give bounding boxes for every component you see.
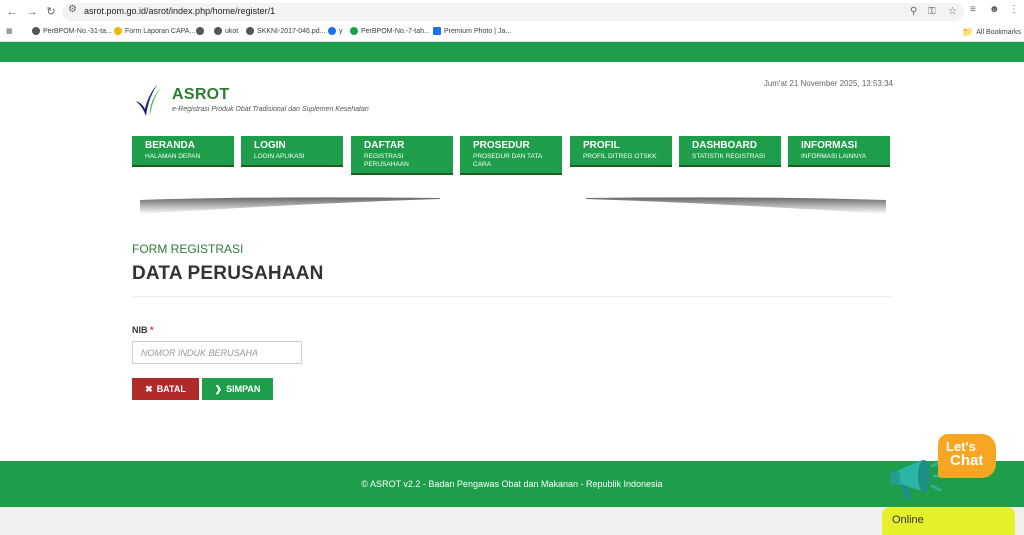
footer: © ASROT v2.2 - Badan Pengawas Obat dan M… [0, 461, 1024, 507]
bookmark-star-icon[interactable]: ☆ [948, 6, 957, 17]
menu-dashboard[interactable]: DASHBOARD STATISTIK REGISTRASI [679, 136, 781, 167]
globe-icon [246, 27, 254, 35]
bookmark-item[interactable]: Premium Photo | Ja... [433, 27, 511, 35]
bookmark-item[interactable]: y [328, 27, 343, 35]
zoom-icon[interactable]: ⚲ [910, 6, 917, 17]
form-label: FORM REGISTRASI [132, 242, 244, 256]
menu-daftar[interactable]: DAFTAR REGISTRASI PERUSAHAAN [351, 136, 453, 175]
password-key-icon[interactable]: ⚿ [928, 6, 936, 17]
globe-icon [196, 27, 204, 35]
bookmarks-bar: ▦ PerBPOM-No.-31-ta... Form Laporan CAPA… [0, 24, 1024, 42]
page-title: DATA PERUSAHAAN [132, 263, 324, 284]
required-marker: * [150, 325, 154, 335]
reload-icon[interactable]: ↻ [43, 4, 59, 20]
freepik-icon [433, 27, 441, 35]
reading-list-icon[interactable]: ≡ [970, 4, 976, 15]
bookmark-item[interactable]: ukot [214, 27, 238, 35]
close-icon: ✖ [145, 383, 153, 394]
menu-login[interactable]: LOGIN LOGIN APLIKASI [241, 136, 343, 167]
cancel-button[interactable]: ✖ BATAL [132, 378, 199, 400]
main-menu: BERANDA HALAMAN DEPAN LOGIN LOGIN APLIKA… [132, 136, 892, 178]
top-green-bar [0, 42, 1024, 62]
bookmark-item[interactable]: PerBPOM-No.-31-ta... [32, 27, 112, 35]
globe-icon [32, 27, 40, 35]
lets-chat-bubble[interactable]: Let's Chat [938, 434, 996, 478]
save-button[interactable]: ❯ SIMPAN [202, 378, 273, 400]
folder-icon: 📁 [962, 27, 974, 37]
current-datetime: Jum'at 21 November 2025, 13:53:34 [763, 79, 893, 88]
url-text[interactable]: asrot.pom.go.id/asrot/index.php/home/reg… [84, 6, 275, 16]
divider [132, 296, 892, 297]
browser-toolbar: ← → ↻ ⚙ asrot.pom.go.id/asrot/index.php/… [0, 0, 1024, 24]
nib-input[interactable] [132, 341, 302, 364]
more-menu-icon[interactable]: ⋮ [1009, 4, 1019, 15]
asrot-logo-icon [135, 84, 162, 116]
chevron-right-icon: ❯ [214, 383, 223, 394]
profile-icon[interactable]: ☻ [989, 4, 1000, 15]
drive-icon [114, 27, 122, 35]
decorative-shadow [140, 197, 886, 214]
address-bar[interactable]: ⚙ asrot.pom.go.id/asrot/index.php/home/r… [62, 3, 964, 21]
menu-beranda[interactable]: BERANDA HALAMAN DEPAN [132, 136, 234, 167]
browser-chrome: ← → ↻ ⚙ asrot.pom.go.id/asrot/index.php/… [0, 0, 1024, 42]
footer-text: © ASROT v2.2 - Badan Pengawas Obat dan M… [361, 479, 663, 489]
menu-informasi[interactable]: INFORMASI INFORMASI LAINNYA [788, 136, 890, 167]
site-title: ASROT [172, 86, 230, 103]
page-bottom [0, 507, 1024, 535]
all-bookmarks[interactable]: 📁 All Bookmarks [962, 27, 1021, 38]
bookmark-item[interactable]: SKKNI-2017-046.pd... [246, 27, 326, 35]
bookmark-item[interactable]: Form Laporan CAPA... [114, 27, 195, 35]
menu-profil[interactable]: PROFIL PROFIL DITREG OTSKK [570, 136, 672, 167]
back-icon[interactable]: ← [4, 4, 20, 20]
chat-online-status[interactable]: Online [882, 507, 1015, 535]
bookmark-item[interactable]: PerBPOM-No.-7-tah... [350, 27, 430, 35]
nib-label: NIB * [132, 325, 154, 335]
site-subtitle: e-Registrasi Produk Obat Tradisional dan… [172, 106, 369, 113]
megaphone-icon [890, 460, 944, 500]
site-info-icon[interactable]: ⚙ [68, 4, 77, 15]
apps-grid-icon[interactable]: ▦ [6, 27, 13, 35]
app-icon [328, 27, 336, 35]
asrot-icon [350, 27, 358, 35]
menu-prosedur[interactable]: PROSEDUR PROSEDUR DAN TATA CARA [460, 136, 562, 175]
forward-icon[interactable]: → [24, 4, 40, 20]
bookmark-item[interactable] [196, 27, 204, 35]
chat-widget[interactable]: Let's Chat [888, 434, 998, 506]
globe-icon [214, 27, 222, 35]
